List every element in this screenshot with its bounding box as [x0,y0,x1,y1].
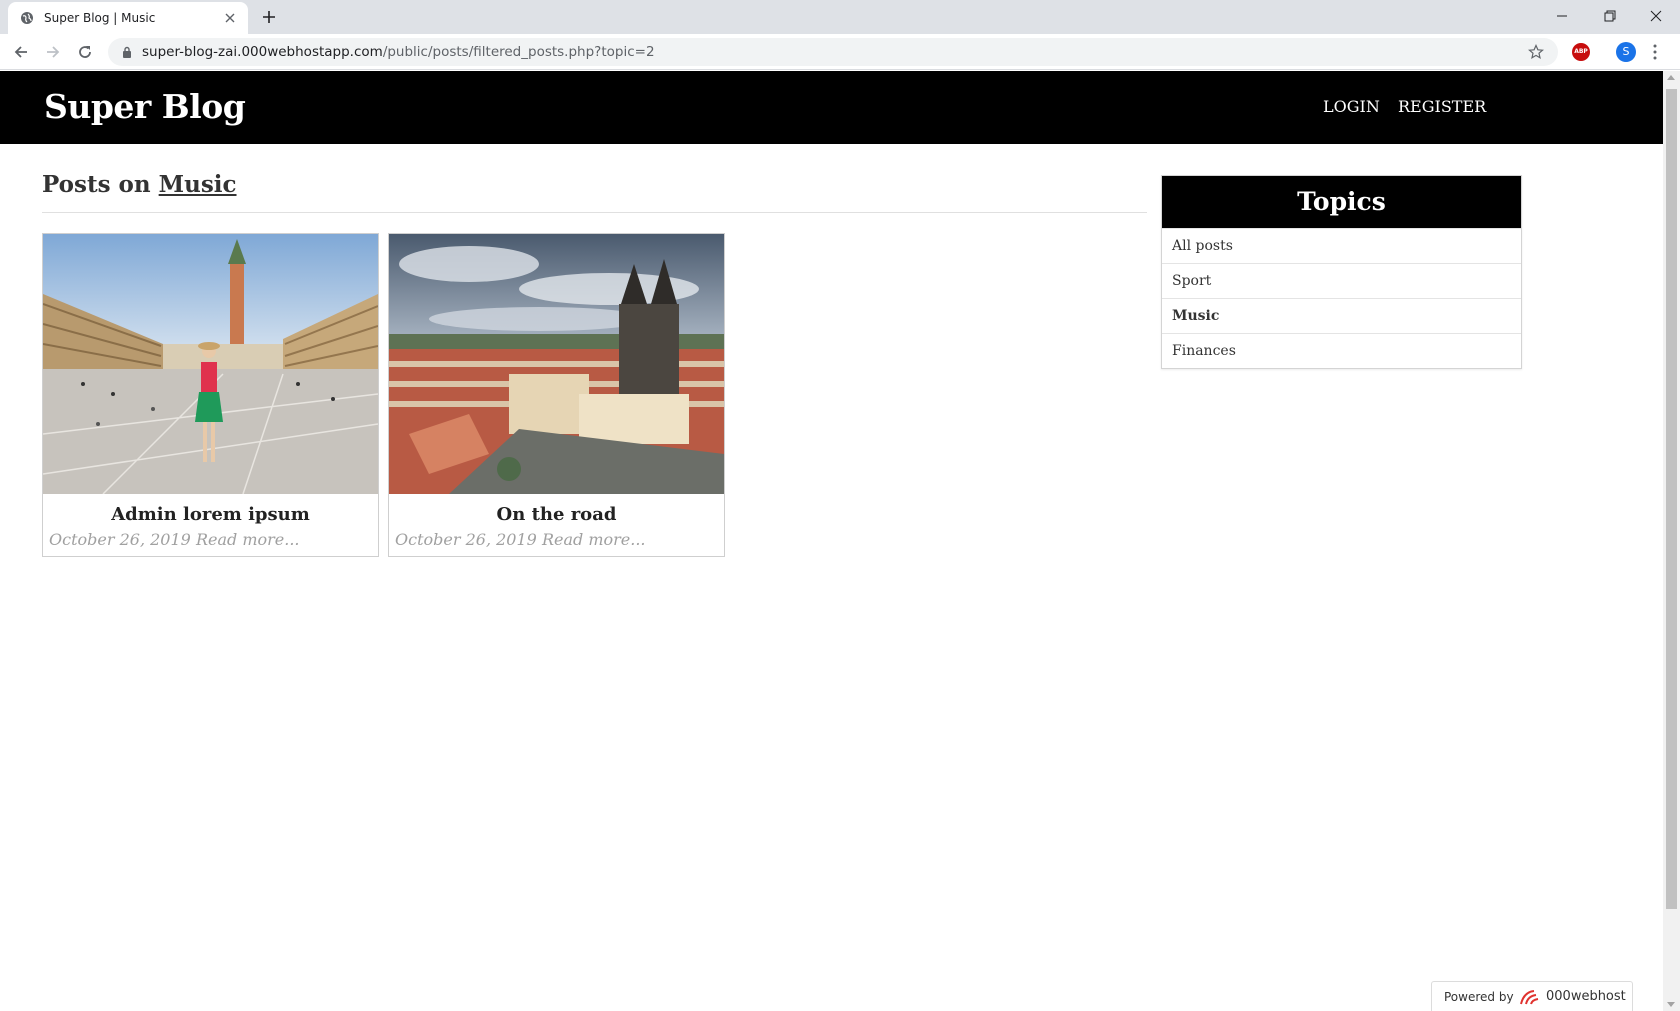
bookmark-star-icon[interactable] [1528,44,1544,60]
close-tab-icon[interactable] [222,10,238,26]
browser-tab-bar: Super Blog | Music [0,0,1680,34]
address-bar[interactable]: super-blog-zai.000webhostapp.com/public/… [108,38,1558,66]
tab-title: Super Blog | Music [44,11,156,25]
powered-by-brand: 000webhost [1546,989,1626,1004]
read-more-link[interactable]: Read more... [542,530,646,549]
topics-sidebar: Topics All posts Sport Music Finances [1161,175,1522,369]
login-link[interactable]: LOGIN [1323,97,1380,116]
read-more-link[interactable]: Read more... [196,530,300,549]
topic-item-sport[interactable]: Sport [1162,263,1521,298]
back-arrow-icon[interactable] [12,43,30,61]
new-tab-icon[interactable] [260,8,278,26]
lock-icon[interactable] [122,46,132,58]
profile-avatar[interactable]: S [1616,42,1636,62]
scrollbar-thumb[interactable] [1666,89,1677,909]
page-title: Posts on Music [42,171,237,198]
browser-menu-icon[interactable] [1652,44,1658,60]
close-window-icon[interactable] [1646,6,1666,26]
reload-icon[interactable] [76,43,94,61]
post-thumbnail-image[interactable] [43,234,378,494]
page-title-prefix: Posts on [42,171,151,198]
post-card[interactable]: Admin lorem ipsum October 26, 2019 Read … [42,233,379,557]
url-host: super-blog-zai.000webhostapp.com [142,44,383,60]
topic-item-finances[interactable]: Finances [1162,333,1521,368]
post-title[interactable]: On the road [389,504,724,525]
forward-arrow-icon[interactable] [44,43,62,61]
adblock-extension-icon[interactable]: ABP [1572,43,1590,61]
minimize-icon[interactable] [1552,6,1572,26]
heading-divider [42,212,1147,213]
scroll-down-arrow-icon[interactable] [1667,1002,1675,1007]
site-logo[interactable]: Super Blog [44,87,246,126]
topic-item-all-posts[interactable]: All posts [1162,228,1521,263]
webhost-logo-icon [1520,990,1539,1005]
topics-heading: Topics [1162,176,1521,228]
post-title[interactable]: Admin lorem ipsum [43,504,378,525]
url-text[interactable]: super-blog-zai.000webhostapp.com/public/… [142,44,655,60]
page-title-topic-link[interactable]: Music [159,171,237,198]
register-link[interactable]: REGISTER [1398,97,1486,116]
powered-by-label: Powered by [1444,990,1514,1004]
browser-toolbar: super-blog-zai.000webhostapp.com/public/… [0,34,1680,70]
page-viewport: Super Blog LOGIN REGISTER Posts on Music [0,71,1663,1011]
topic-item-music[interactable]: Music [1162,298,1521,333]
browser-tab[interactable]: Super Blog | Music [8,2,248,34]
page-scrollbar[interactable] [1663,71,1680,1011]
restore-icon[interactable] [1600,6,1620,26]
post-date: October 26, 2019 [49,530,191,549]
post-date: October 26, 2019 [395,530,537,549]
post-thumbnail-image[interactable] [389,234,724,494]
scroll-up-arrow-icon[interactable] [1667,75,1675,80]
globe-icon [21,12,33,24]
post-meta: October 26, 2019 Read more... [395,530,646,549]
powered-by-badge[interactable]: Powered by 000webhost [1431,981,1633,1011]
site-header: Super Blog LOGIN REGISTER [0,71,1663,144]
url-path: /public/posts/filtered_posts.php?topic=2 [382,44,655,60]
post-meta: October 26, 2019 Read more... [49,530,300,549]
post-card[interactable]: On the road October 26, 2019 Read more..… [388,233,725,557]
